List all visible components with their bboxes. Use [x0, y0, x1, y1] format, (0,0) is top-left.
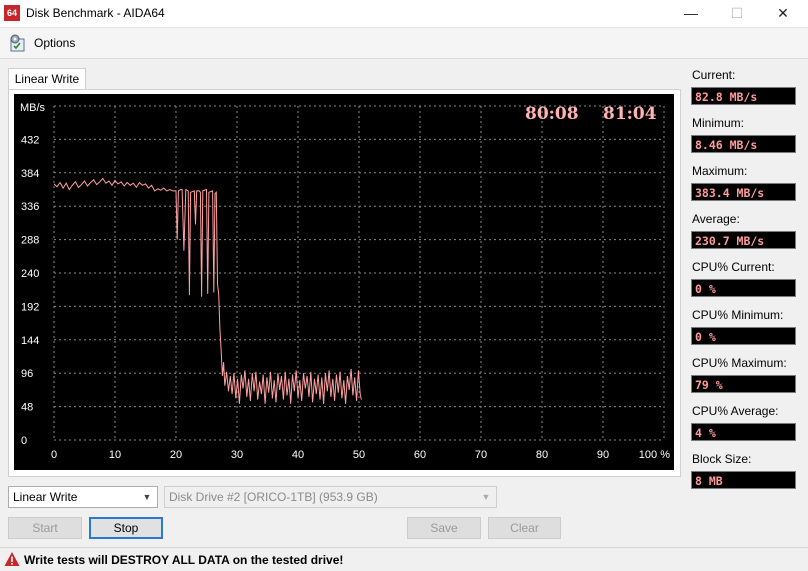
y-tick-label: 384: [21, 168, 39, 180]
y-tick-label: 0: [21, 435, 27, 447]
stat-label: Maximum:: [692, 164, 748, 178]
chevron-down-icon: ▼: [142, 492, 152, 502]
menu-bar: Options: [0, 28, 808, 59]
aida64-app-icon[interactable]: 64: [4, 5, 20, 21]
clear-button: Clear: [488, 517, 561, 539]
x-tick-label: 70: [475, 449, 487, 461]
warning-message: Write tests will DESTROY ALL DATA on the…: [24, 553, 344, 567]
x-tick-label: 20: [170, 449, 182, 461]
test-type-value: Linear Write: [13, 490, 78, 504]
warning-icon: [4, 551, 20, 567]
stat-label: CPU% Current:: [692, 260, 775, 274]
y-tick-label: 192: [21, 301, 39, 313]
close-button[interactable]: ✕: [760, 0, 806, 27]
stat-label: Block Size:: [692, 452, 752, 466]
stat-value: 79 %: [691, 375, 796, 393]
stat-value: 0 %: [691, 279, 796, 297]
y-axis-label: MB/s: [20, 102, 46, 114]
window-title: Disk Benchmark - AIDA64: [26, 6, 165, 20]
write-speed-line: [53, 177, 362, 404]
elapsed-timer: 80:08: [525, 104, 579, 124]
stat-label: Current:: [692, 68, 736, 82]
stat-value: 82.8 MB/s: [691, 87, 796, 105]
y-tick-label: 48: [21, 402, 33, 414]
stat-value: 8 MB: [691, 471, 796, 489]
stat-value: 0 %: [691, 327, 796, 345]
options-icon[interactable]: [8, 33, 28, 53]
minimize-button[interactable]: —: [668, 0, 714, 27]
x-tick-label: 80: [536, 449, 548, 461]
title-bar: 64 Disk Benchmark - AIDA64 — ☐ ✕: [0, 0, 808, 28]
y-tick-label: 240: [21, 268, 39, 280]
y-tick-label: 336: [21, 201, 39, 213]
start-button: Start: [8, 517, 82, 539]
options-menu[interactable]: Options: [34, 36, 75, 50]
x-tick-label: 40: [292, 449, 304, 461]
stat-label: CPU% Maximum:: [692, 356, 787, 370]
status-bar: Write tests will DESTROY ALL DATA on the…: [0, 547, 808, 571]
benchmark-chart: MB/s 432 384 336 288 240 192 144 96 48 0 0 10 20 30 40 5…: [14, 94, 674, 470]
x-tick-label: 30: [231, 449, 243, 461]
x-tick-label: 0: [51, 449, 57, 461]
stat-value: 383.4 MB/s: [691, 183, 796, 201]
stat-label: Average:: [692, 212, 740, 226]
x-tick-label: 60: [414, 449, 426, 461]
y-tick-label: 96: [21, 368, 33, 380]
maximize-button: ☐: [730, 5, 744, 21]
stat-label: CPU% Average:: [692, 404, 779, 418]
stop-button[interactable]: Stop: [89, 517, 163, 539]
tab-linear-write[interactable]: Linear Write: [8, 68, 86, 90]
x-tick-label: 50: [353, 449, 365, 461]
stat-value: 230.7 MB/s: [691, 231, 796, 249]
stat-label: CPU% Minimum:: [692, 308, 784, 322]
y-tick-label: 288: [21, 235, 39, 247]
stat-value: 8.46 MB/s: [691, 135, 796, 153]
stat-label: Minimum:: [692, 116, 745, 130]
test-type-select[interactable]: Linear Write ▼: [8, 486, 158, 508]
elapsed-timer: 81:04: [603, 104, 657, 124]
x-tick-label: 100 %: [639, 449, 670, 461]
x-tick-label: 10: [109, 449, 121, 461]
chevron-down-icon: ▼: [481, 492, 491, 502]
x-tick-label: 90: [597, 449, 609, 461]
drive-value: Disk Drive #2 [ORICO-1TB] (953.9 GB): [169, 490, 378, 504]
y-tick-label: 144: [21, 335, 39, 347]
save-button: Save: [407, 517, 481, 539]
y-tick-label: 432: [21, 134, 39, 146]
chart-svg: MB/s 432 384 336 288 240 192 144 96 48 0 0 10 20 30 40 5…: [20, 102, 670, 461]
drive-select: Disk Drive #2 [ORICO-1TB] (953.9 GB) ▼: [164, 486, 497, 508]
stat-value: 4 %: [691, 423, 796, 441]
